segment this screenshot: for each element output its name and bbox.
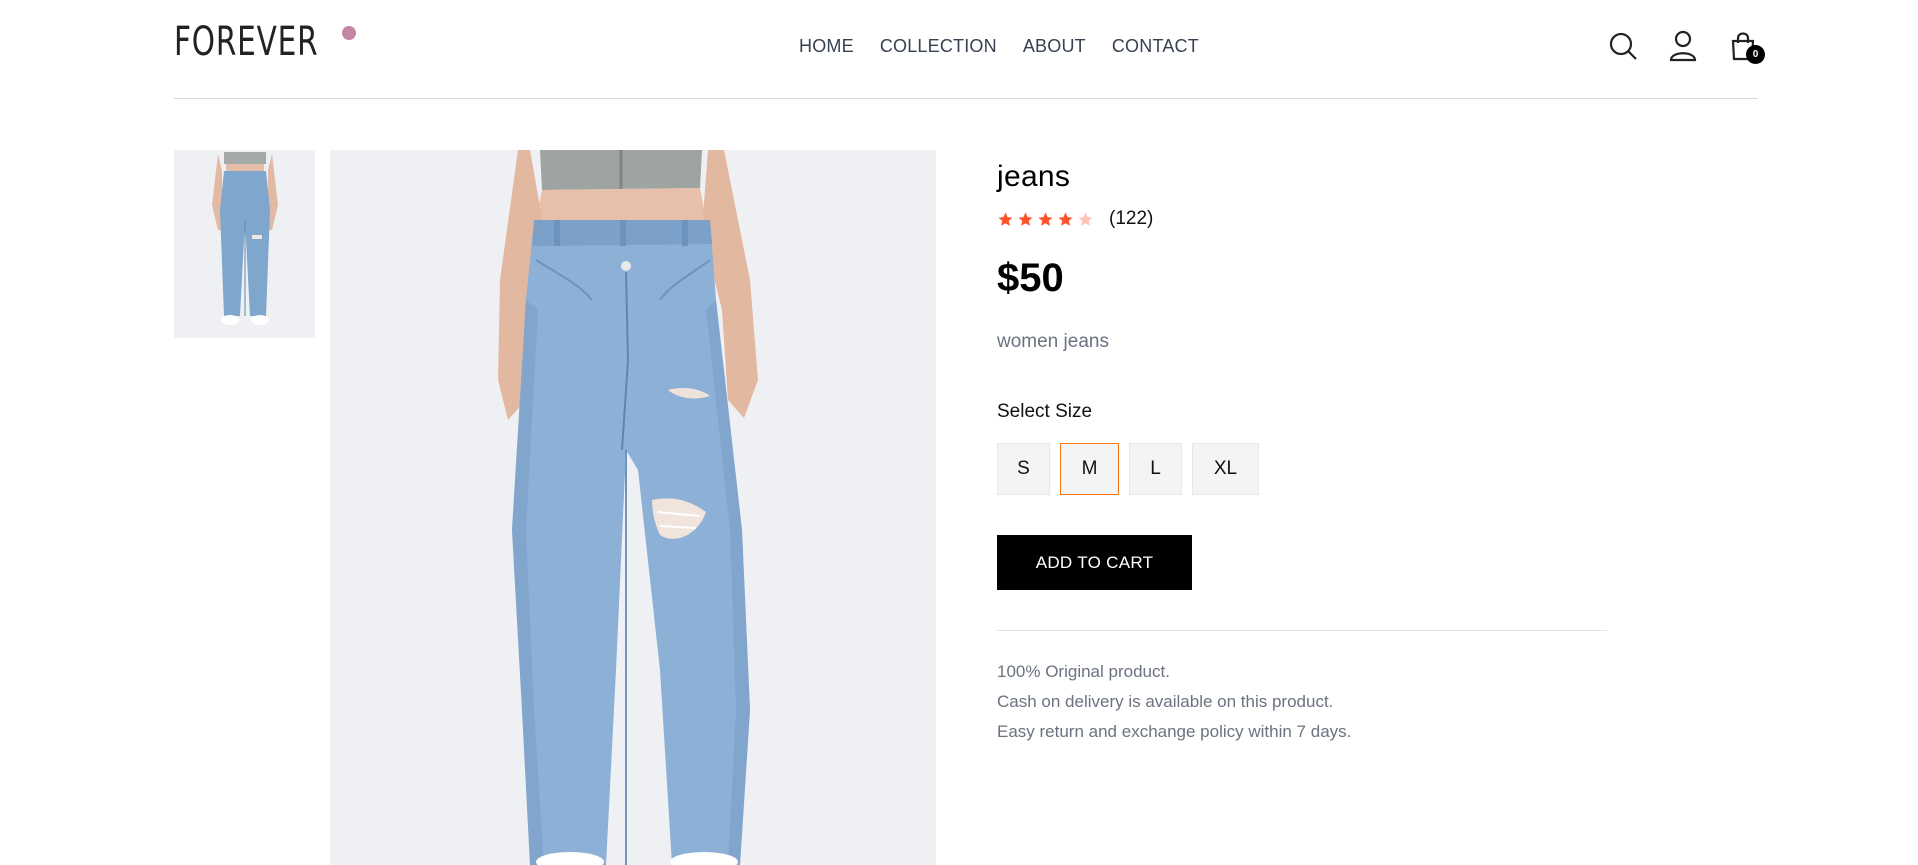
policy-item: 100% Original product. [997,662,1170,681]
size-option-s[interactable]: S [997,443,1050,495]
product-main-image [330,150,936,865]
size-option-m[interactable]: M [1060,443,1119,495]
product-thumbnail[interactable] [174,150,315,338]
policy-item: Cash on delivery is available on this pr… [997,692,1334,711]
star-icon [1038,211,1053,226]
product-price: $50 [997,256,1064,300]
logo-dot [342,26,356,40]
logo[interactable]: FOREVER [174,22,350,62]
review-count: (122) [1109,208,1154,229]
cart-icon[interactable]: 0 [1728,30,1765,64]
policy-list: 100% Original product. Cash on delivery … [997,657,1607,747]
nav-collection[interactable]: COLLECTION [880,36,997,57]
main-nav: HOME COLLECTION ABOUT CONTACT [799,36,1225,57]
logo-text: FOREVER [174,19,319,65]
star-empty-icon [1078,211,1093,226]
star-icon [1058,211,1073,226]
site-header: FOREVER HOME COLLECTION ABOUT CONTACT 0 [174,0,1765,99]
header-icons: 0 [1608,30,1765,64]
profile-icon[interactable] [1668,30,1698,62]
product-description: women jeans [997,331,1109,352]
size-options: S M L XL [997,443,1607,495]
size-option-xl[interactable]: XL [1192,443,1259,495]
product-info: jeans (122) $50 women jeans Select Size … [997,160,1607,747]
star-icon [1018,211,1033,226]
product-title: jeans [997,160,1071,193]
size-option-l[interactable]: L [1129,443,1182,495]
star-icon [998,211,1013,226]
nav-contact[interactable]: CONTACT [1112,36,1199,57]
add-to-cart-button[interactable]: ADD TO CART [997,535,1192,590]
product-rating: (122) [997,208,1607,230]
policy-item: Easy return and exchange policy within 7… [997,722,1352,741]
nav-home[interactable]: HOME [799,36,854,57]
search-icon[interactable] [1608,30,1638,62]
select-size-label: Select Size [997,401,1093,422]
cart-count-badge: 0 [1746,45,1765,64]
nav-about[interactable]: ABOUT [1023,36,1086,57]
divider [997,630,1607,631]
